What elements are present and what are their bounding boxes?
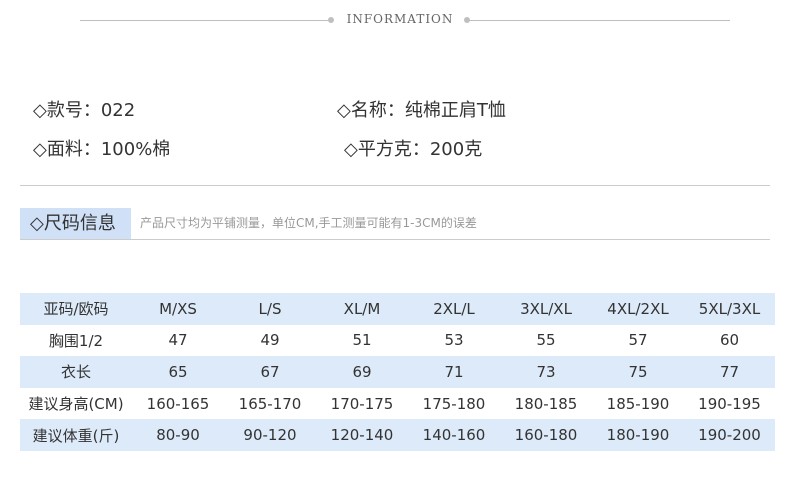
- table-cell: 80-90: [132, 419, 224, 451]
- table-row-header: 建议体重(斤): [20, 419, 132, 451]
- table-cell: 190-200: [684, 419, 775, 451]
- table-cell: 160-180: [500, 419, 592, 451]
- table-row: 衣长 65 67 69 71 73 75 77: [20, 356, 775, 388]
- size-section-note: 产品尺寸均为平铺测量，单位CM,手工测量可能有1-3CM的误差: [140, 216, 477, 230]
- table-cell: 165-170: [238, 394, 302, 413]
- table-row: 胸围1/2 47 49 51 53 55 57 60: [20, 325, 775, 357]
- table-cell: 190-195: [698, 394, 761, 413]
- table-row: 建议身高(CM) 160-165 165-170 170-175 175-180 180-…: [20, 388, 775, 420]
- table-cell: 73: [500, 356, 592, 388]
- table-row: 建议体重(斤) 80-90 90-120 120-140 140-160 160-180 1…: [20, 419, 775, 451]
- table-cell: 2XL/L: [408, 293, 500, 325]
- table-row-header: 建议身高(CM): [28, 395, 124, 414]
- table-cell: 60: [719, 331, 740, 350]
- table-cell: 175-180: [422, 394, 486, 413]
- table-cell: 57: [628, 331, 648, 350]
- table-cell: 55: [536, 331, 556, 350]
- table-row-header: 衣长: [20, 356, 132, 388]
- table-cell: 140-160: [408, 419, 500, 451]
- table-cell: 53: [444, 331, 464, 350]
- table-cell: 120-140: [316, 419, 408, 451]
- table-cell: 180-190: [592, 419, 684, 451]
- table-cell: 67: [224, 356, 316, 388]
- table-cell: 47: [168, 331, 188, 350]
- table-cell: 160-165: [146, 394, 210, 413]
- header-divider-left: [80, 20, 330, 21]
- table-row: 亚码/欧码 M/XS L/S XL/M 2XL/L 3XL/XL 4XL/2XL 5XL/3X…: [20, 293, 775, 325]
- info-header: INFORMATION: [80, 12, 730, 28]
- table-row-header: 亚码/欧码: [20, 293, 132, 325]
- table-cell: 90-120: [224, 419, 316, 451]
- info-weight: ◇平方克：200克: [344, 139, 483, 160]
- section-divider: [20, 185, 770, 186]
- table-cell: L/S: [224, 293, 316, 325]
- info-name: ◇名称：纯棉正肩T恤: [337, 100, 506, 121]
- table-cell: 69: [316, 356, 408, 388]
- table-cell: 180-185: [514, 394, 578, 413]
- table-cell: 77: [684, 356, 775, 388]
- table-cell: 75: [592, 356, 684, 388]
- table-cell: 5XL/3XL: [684, 293, 775, 325]
- table-cell: 185-190: [606, 394, 670, 413]
- size-section-title: ◇尺码信息: [20, 208, 131, 239]
- info-item-no: ◇款号：022: [33, 100, 136, 121]
- table-cell: 3XL/XL: [500, 293, 592, 325]
- table-cell: 49: [260, 331, 280, 350]
- size-table: 亚码/欧码 M/XS L/S XL/M 2XL/L 3XL/XL 4XL/2XL 5XL/3X…: [20, 293, 775, 451]
- header-dot-left: [328, 17, 334, 23]
- table-cell: 4XL/2XL: [592, 293, 684, 325]
- info-fabric: ◇面料：100%棉: [33, 139, 171, 160]
- table-cell: 65: [132, 356, 224, 388]
- header-divider-right: [465, 20, 730, 21]
- table-cell: 51: [352, 331, 372, 350]
- table-cell: 71: [408, 356, 500, 388]
- size-section-divider: [20, 239, 770, 240]
- table-cell: M/XS: [132, 293, 224, 325]
- table-cell: XL/M: [316, 293, 408, 325]
- header-title: INFORMATION: [346, 12, 454, 26]
- table-cell: 170-175: [330, 394, 394, 413]
- table-row-header: 胸围1/2: [48, 331, 104, 350]
